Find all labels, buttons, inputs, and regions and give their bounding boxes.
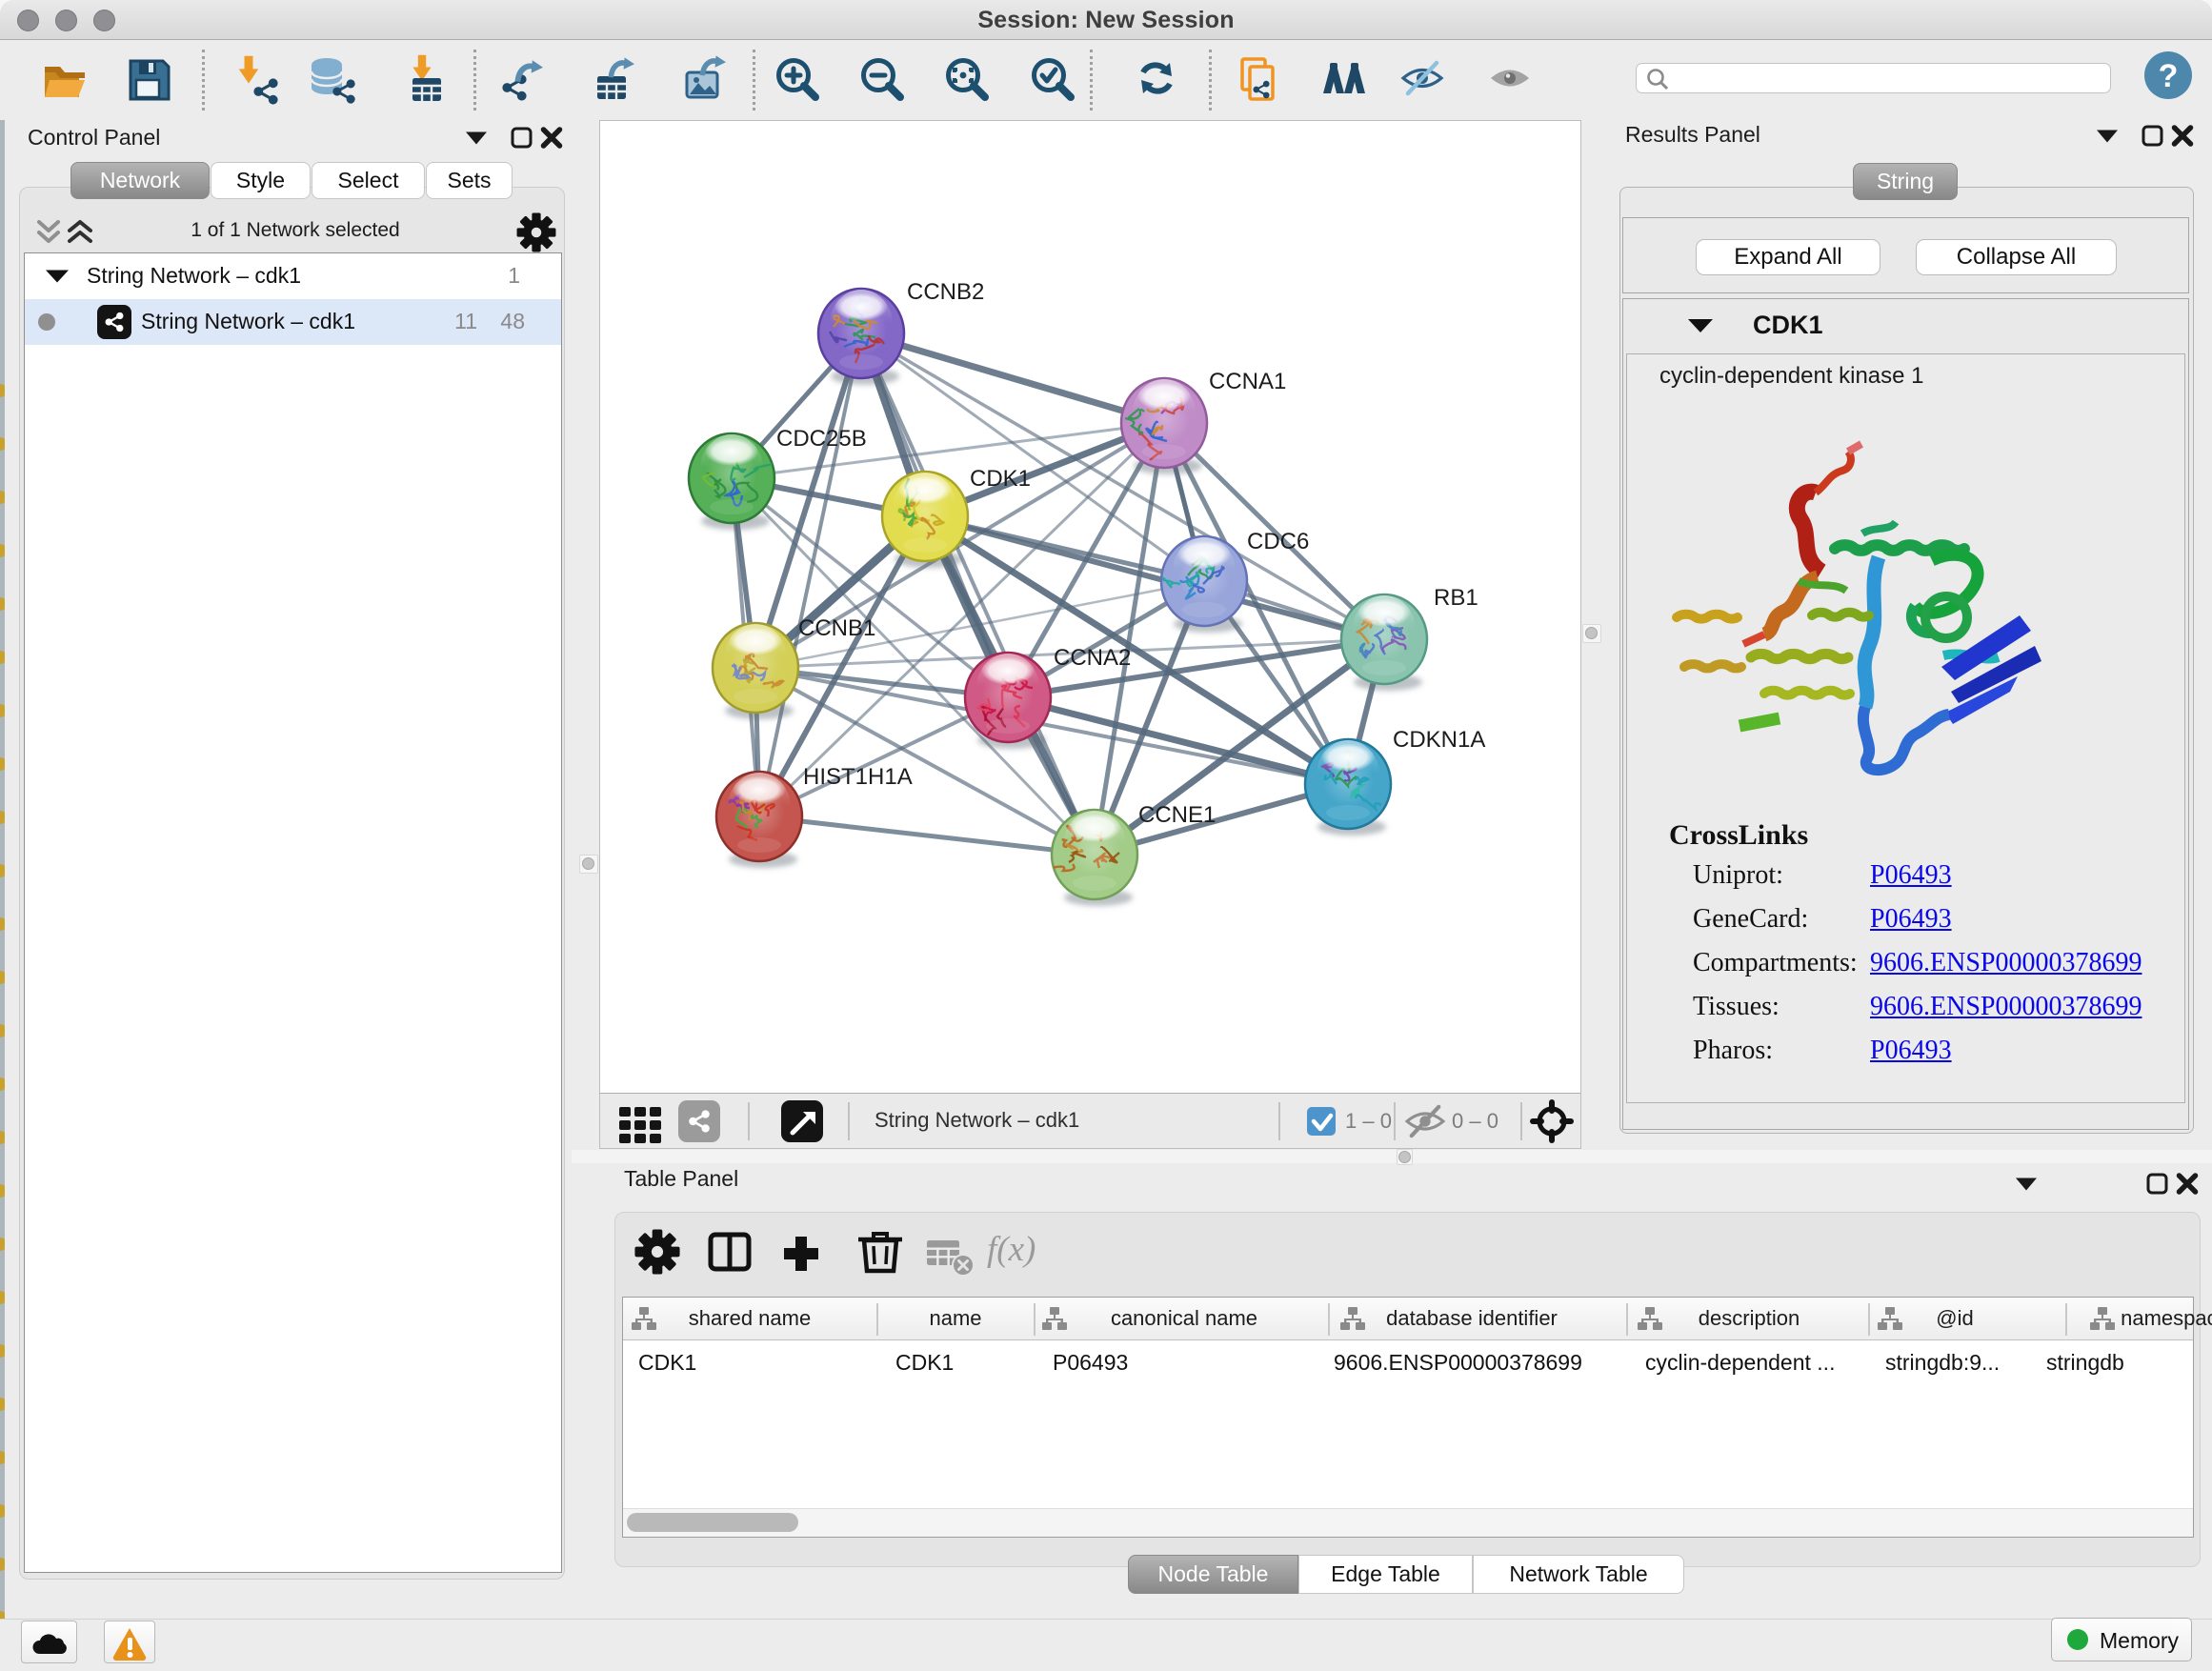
svg-text:CCNA2: CCNA2 — [1054, 645, 1131, 671]
svg-text:CCNE1: CCNE1 — [1138, 802, 1216, 828]
svg-text:CDKN1A: CDKN1A — [1393, 727, 1485, 753]
svg-text:CCNB1: CCNB1 — [798, 615, 875, 641]
svg-text:CDC25B: CDC25B — [776, 426, 867, 452]
svg-text:CDC6: CDC6 — [1247, 529, 1309, 554]
svg-text:CDK1: CDK1 — [970, 466, 1031, 492]
svg-text:HIST1H1A: HIST1H1A — [803, 764, 913, 790]
svg-text:CCNA1: CCNA1 — [1209, 369, 1286, 394]
svg-text:CCNB2: CCNB2 — [907, 279, 984, 305]
svg-text:RB1: RB1 — [1434, 585, 1478, 611]
svg-text:?: ? — [2159, 58, 2179, 94]
